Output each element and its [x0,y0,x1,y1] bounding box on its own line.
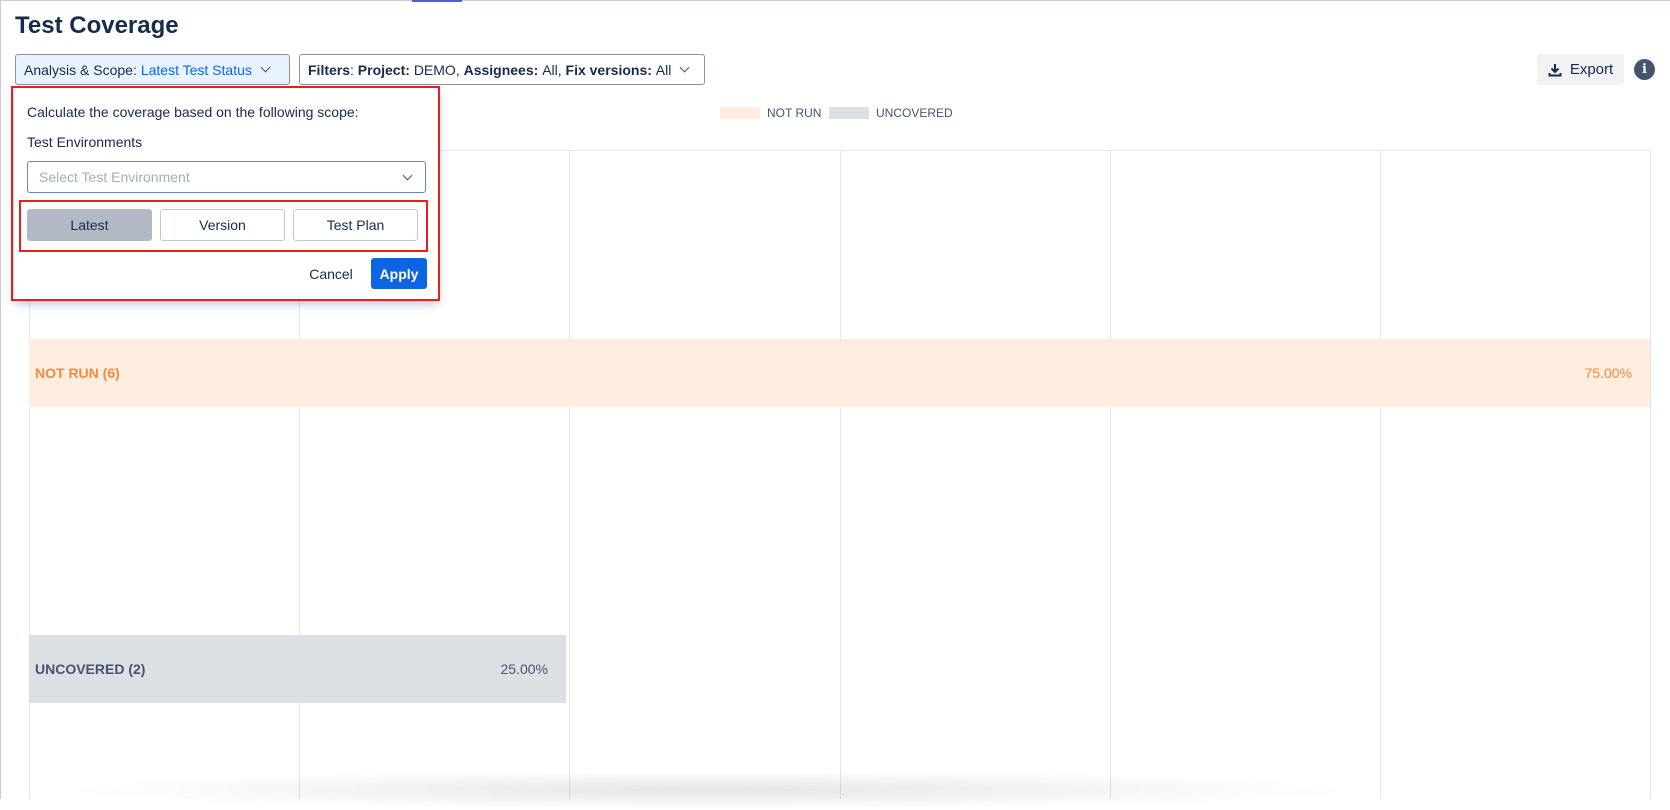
analysis-scope-button[interactable]: Analysis & Scope: Latest Test Status [15,54,290,85]
highlight-box-modes [19,200,428,252]
filters-button[interactable]: Filters: Project: DEMO, Assignees: All, … [299,54,705,85]
legend-not-run: NOT RUN [720,106,821,120]
legend-swatch [829,107,869,119]
info-icon[interactable]: i [1634,59,1655,80]
legend-label: NOT RUN [767,106,822,120]
legend-uncovered: UNCOVERED [829,106,953,120]
bar-category-label: UNCOVERED (2) [35,661,146,677]
chevron-down-icon [679,62,690,73]
grid-line [1110,150,1111,799]
export-button[interactable]: Export [1537,54,1624,85]
filter-project-key: Project: [357,61,410,78]
legend-swatch [720,107,760,119]
bar-category-label: NOT RUN (6) [35,365,120,381]
legend-label: UNCOVERED [876,106,953,120]
highlight-box-popover [11,86,440,301]
filter-assignees-value: All, [542,61,562,78]
page-title: Test Coverage [15,12,179,39]
bar-value-label: 75.00% [1584,365,1632,381]
bottom-shadow [60,770,1360,810]
scope-value: Latest Test Status [140,61,252,78]
grid-line [1650,150,1651,799]
frame-left-border [0,0,1,799]
filter-fix-versions-value: All [655,61,672,78]
active-tab-indicator [412,0,462,2]
filter-fix-versions-key: Fix versions: [565,61,652,78]
bar-value-label: 25.00% [500,661,548,677]
grid-line [1380,150,1381,799]
filter-project-value: DEMO, [413,61,460,78]
scope-label: Analysis & Scope: [24,61,137,78]
bar-uncovered[interactable]: UNCOVERED (2) 25.00% [29,635,566,703]
frame-top-border [0,0,1670,1]
grid-line [569,150,570,799]
grid-line [840,150,841,799]
export-label: Export [1569,61,1614,78]
filters-label: Filters [308,61,351,78]
download-icon [1548,63,1562,76]
chevron-down-icon [260,62,271,73]
filter-assignees-key: Assignees: [463,61,539,78]
bar-not-run[interactable]: NOT RUN (6) 75.00% [29,339,1650,407]
